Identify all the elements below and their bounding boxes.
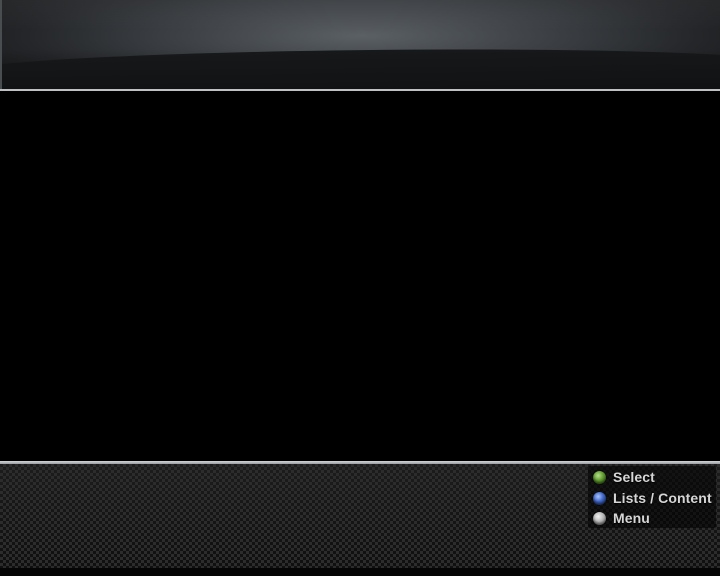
legend-label-select: Select — [613, 469, 655, 485]
blue-button-icon — [593, 491, 606, 505]
screen: Select Lists / Content Menu — [0, 0, 720, 576]
green-button-icon — [593, 470, 606, 484]
header-sheen — [2, 0, 720, 30]
legend-item-menu[interactable]: Menu — [588, 508, 720, 528]
grey-button-icon — [593, 511, 606, 525]
legend-item-select[interactable]: Select — [588, 467, 720, 487]
button-legend: Select Lists / Content Menu — [588, 466, 716, 528]
footer-edge — [0, 568, 720, 576]
header-banner — [0, 0, 720, 89]
legend-label-menu: Menu — [613, 510, 650, 526]
main-content-area — [0, 91, 720, 461]
legend-label-lists-content: Lists / Content — [613, 490, 712, 506]
header-swoosh — [2, 45, 720, 89]
legend-item-lists-content[interactable]: Lists / Content — [588, 488, 720, 508]
